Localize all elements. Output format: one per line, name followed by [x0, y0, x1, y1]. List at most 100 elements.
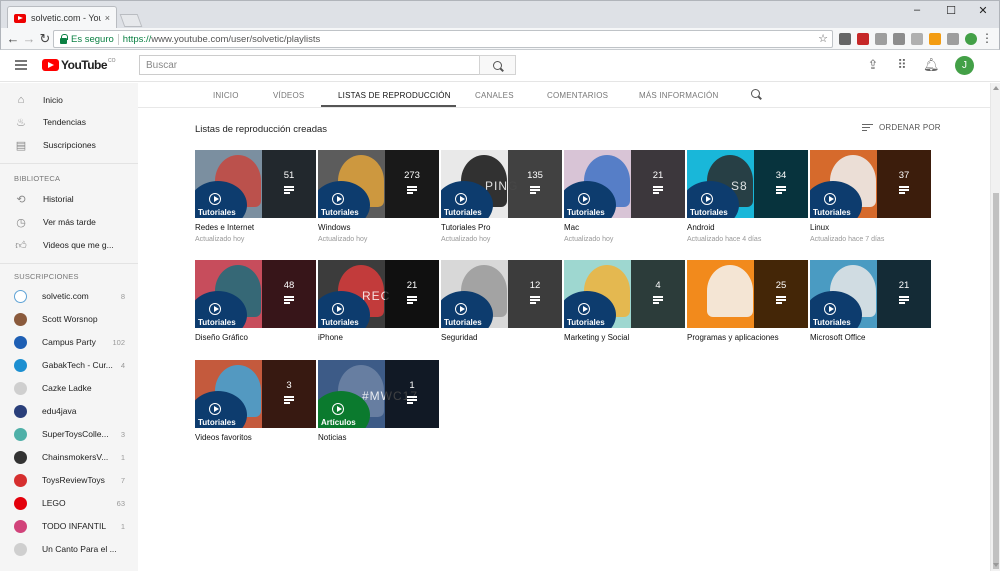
tab-listas-de-reproduccion[interactable]: LISTAS DE REPRODUCCIÓN: [338, 91, 451, 100]
play-circle-icon[interactable]: [209, 303, 221, 315]
playlist-card[interactable]: 51 Tutoriales Redes e Internet Actualiza…: [195, 150, 316, 243]
playlist-title[interactable]: Mac: [564, 223, 685, 232]
tab-canales[interactable]: CANALES: [475, 91, 514, 100]
playlist-thumbnail[interactable]: #MWC17 1 Artículos: [318, 360, 439, 428]
playlist-title[interactable]: Marketing y Social: [564, 333, 685, 342]
playlist-card[interactable]: PING 135 Tutoriales Tutoriales Pro Actua…: [441, 150, 562, 243]
play-circle-icon[interactable]: [455, 303, 467, 315]
play-circle-icon[interactable]: [824, 303, 836, 315]
sidebar-subscription-item[interactable]: solvetic.com 8: [0, 285, 138, 307]
playlist-card[interactable]: 25 Programas y aplicaciones: [687, 260, 808, 346]
extension-icon-7[interactable]: [947, 33, 959, 45]
playlist-thumbnail[interactable]: 37 Tutoriales: [810, 150, 931, 218]
tab-inicio[interactable]: INICIO: [213, 91, 239, 100]
playlist-title[interactable]: Noticias: [318, 433, 439, 442]
playlist-card[interactable]: #MWC17 1 Artículos Noticias: [318, 360, 439, 446]
forward-arrow-icon[interactable]: →: [21, 31, 37, 47]
playlist-card[interactable]: 273 Tutoriales Windows Actualizado hoy: [318, 150, 439, 243]
avatar[interactable]: J: [955, 56, 974, 75]
search-input[interactable]: Buscar: [139, 55, 480, 75]
playlist-card[interactable]: 37 Tutoriales Linux Actualizado hace 7 d…: [810, 150, 931, 243]
sidebar-item-historial[interactable]: ⟲ Historial: [0, 188, 138, 210]
sidebar-subscription-item[interactable]: edu4java: [0, 400, 138, 422]
playlist-title[interactable]: Programas y aplicaciones: [687, 333, 808, 342]
scroll-up-icon[interactable]: [993, 86, 999, 90]
sidebar-subscription-item[interactable]: SuperToysColle... 3: [0, 423, 138, 445]
playlist-card[interactable]: 48 Tutoriales Diseño Gráfico: [195, 260, 316, 346]
sidebar-subscription-item[interactable]: TODO INFANTIL 1: [0, 515, 138, 537]
playlist-thumbnail[interactable]: 25: [687, 260, 808, 328]
playlist-title[interactable]: Linux: [810, 223, 931, 232]
play-circle-icon[interactable]: [455, 193, 467, 205]
close-window-button[interactable]: ✕: [967, 1, 999, 19]
back-arrow-icon[interactable]: ←: [5, 31, 21, 47]
playlist-thumbnail[interactable]: 21 Tutoriales: [810, 260, 931, 328]
play-circle-icon[interactable]: [332, 403, 344, 415]
play-circle-icon[interactable]: [332, 303, 344, 315]
sidebar-item-ver-mas-tarde[interactable]: ◷ Ver más tarde: [0, 211, 138, 233]
playlist-thumbnail[interactable]: 3 Tutoriales: [195, 360, 316, 428]
sidebar-item-videos-me-gustan[interactable]: 👍︎ Videos que me g...: [0, 234, 138, 256]
playlist-card[interactable]: 21 Tutoriales Microsoft Office: [810, 260, 931, 346]
playlist-title[interactable]: Seguridad: [441, 333, 562, 342]
minimize-button[interactable]: –: [901, 1, 933, 19]
tab-close-icon[interactable]: ×: [105, 13, 110, 23]
page-scrollbar[interactable]: [990, 83, 1000, 571]
playlist-title[interactable]: Android: [687, 223, 808, 232]
bookmark-star-icon[interactable]: ☆: [818, 32, 828, 45]
playlist-thumbnail[interactable]: 12 Tutoriales: [441, 260, 562, 328]
scroll-down-icon[interactable]: [993, 563, 999, 567]
channel-search-icon[interactable]: [751, 89, 760, 100]
playlist-title[interactable]: Microsoft Office: [810, 333, 931, 342]
extension-icon-5[interactable]: [911, 33, 923, 45]
extension-icon-4[interactable]: [893, 33, 905, 45]
playlist-card[interactable]: 12 Tutoriales Seguridad: [441, 260, 562, 346]
browser-menu-icon[interactable]: ⋮: [981, 31, 993, 45]
address-bar[interactable]: Es seguro https:// www.youtube.com/user/…: [53, 30, 833, 48]
play-circle-icon[interactable]: [824, 193, 836, 205]
tab-mas-informacion[interactable]: MÁS INFORMACIÓN: [639, 91, 718, 100]
tab-videos[interactable]: VÍDEOS: [273, 91, 304, 100]
sidebar-subscription-item[interactable]: Scott Worsnop: [0, 308, 138, 330]
sidebar-subscription-item[interactable]: ChainsmokersV... 1: [0, 446, 138, 468]
youtube-logo[interactable]: YouTube CO: [42, 58, 116, 72]
sidebar-subscription-item[interactable]: ToysReviewToys 7: [0, 469, 138, 491]
apps-grid-icon[interactable]: ⠿: [895, 58, 909, 72]
sidebar-subscription-item[interactable]: Campus Party 102: [0, 331, 138, 353]
hamburger-menu-icon[interactable]: [15, 60, 27, 70]
sidebar-item-tendencias[interactable]: ♨ Tendencias: [0, 111, 138, 133]
play-circle-icon[interactable]: [209, 403, 221, 415]
search-button[interactable]: [479, 55, 516, 75]
playlist-thumbnail[interactable]: 21 Tutoriales: [564, 150, 685, 218]
profile-extension-icon[interactable]: [965, 33, 977, 45]
play-circle-icon[interactable]: [578, 193, 590, 205]
maximize-button[interactable]: ☐: [935, 1, 967, 19]
playlist-thumbnail[interactable]: 51 Tutoriales: [195, 150, 316, 218]
sort-button[interactable]: ORDENAR POR: [862, 123, 941, 132]
play-circle-icon[interactable]: [578, 303, 590, 315]
playlist-thumbnail[interactable]: 48 Tutoriales: [195, 260, 316, 328]
tab-comentarios[interactable]: COMENTARIOS: [547, 91, 608, 100]
play-circle-icon[interactable]: [701, 193, 713, 205]
playlist-thumbnail[interactable]: S8 34 Tutoriales: [687, 150, 808, 218]
playlist-title[interactable]: Diseño Gráfico: [195, 333, 316, 342]
scrollbar-thumb[interactable]: [993, 193, 999, 569]
playlist-thumbnail[interactable]: 273 Tutoriales: [318, 150, 439, 218]
playlist-card[interactable]: 21 Tutoriales Mac Actualizado hoy: [564, 150, 685, 243]
extension-icon-3[interactable]: [875, 33, 887, 45]
playlist-title[interactable]: Tutoriales Pro: [441, 223, 562, 232]
extension-icon-6[interactable]: [929, 33, 941, 45]
extension-icon-1[interactable]: [839, 33, 851, 45]
playlist-title[interactable]: Redes e Internet: [195, 223, 316, 232]
playlist-card[interactable]: REC 21 Tutoriales iPhone: [318, 260, 439, 346]
playlist-thumbnail[interactable]: PING 135 Tutoriales: [441, 150, 562, 218]
playlist-card[interactable]: 3 Tutoriales Videos favoritos: [195, 360, 316, 446]
sidebar-subscription-item[interactable]: GabakTech - Cur... 4: [0, 354, 138, 376]
sidebar-item-inicio[interactable]: ⌂ Inicio: [0, 89, 138, 111]
upload-icon[interactable]: ⇪: [866, 58, 880, 72]
playlist-thumbnail[interactable]: 4 Tutoriales: [564, 260, 685, 328]
sidebar-subscription-item[interactable]: Cazke Ladke: [0, 377, 138, 399]
playlist-title[interactable]: iPhone: [318, 333, 439, 342]
sidebar-subscription-item[interactable]: Un Canto Para el ...: [0, 538, 138, 560]
sidebar-subscription-item[interactable]: LEGO 63: [0, 492, 138, 514]
